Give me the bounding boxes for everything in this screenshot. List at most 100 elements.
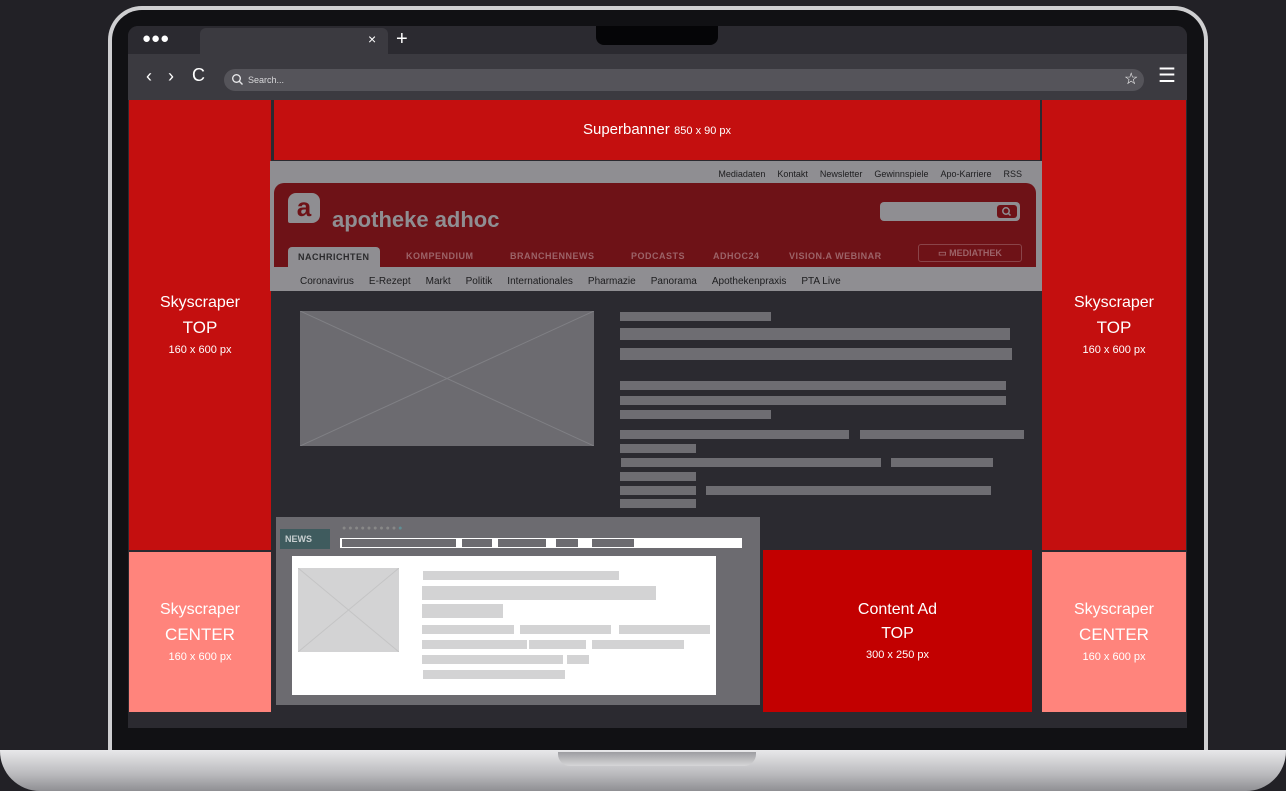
news-ticker: NEWS ●●●●●●●●●● xyxy=(276,517,760,705)
browser-tab[interactable] xyxy=(200,28,388,54)
text-placeholder xyxy=(592,539,634,547)
text-placeholder xyxy=(422,625,514,634)
text-placeholder xyxy=(620,348,1012,360)
ad-size-label: 160 x 600 px xyxy=(168,651,232,663)
back-icon[interactable]: ‹ xyxy=(146,67,152,85)
ad-size-label: 160 x 600 px xyxy=(1082,651,1146,663)
text-placeholder xyxy=(620,486,696,495)
subnav-pharmazie[interactable]: Pharmazie xyxy=(588,276,636,287)
text-placeholder xyxy=(620,410,771,419)
main-nav: NACHRICHTEN KOMPENDIUM BRANCHENNEWS PODC… xyxy=(274,241,1036,267)
meta-link-mediadaten[interactable]: Mediadaten xyxy=(718,169,765,179)
text-placeholder xyxy=(422,655,563,664)
text-placeholder xyxy=(422,604,503,618)
nav-kompendium[interactable]: KOMPENDIUM xyxy=(406,251,474,261)
text-placeholder xyxy=(423,571,619,580)
ad-size-label: 160 x 600 px xyxy=(1082,344,1146,356)
text-placeholder xyxy=(520,625,611,634)
search-input[interactable] xyxy=(248,69,1108,91)
text-placeholder xyxy=(891,458,993,467)
text-placeholder xyxy=(556,539,578,547)
site-search-button[interactable] xyxy=(997,205,1017,218)
content-ad-top: Content Ad TOP 300 x 250 px xyxy=(763,550,1032,712)
forward-icon[interactable]: › xyxy=(168,67,174,85)
subnav-politik[interactable]: Politik xyxy=(466,276,493,287)
ad-size-label: 160 x 600 px xyxy=(168,344,232,356)
superbanner-size: 850 x 90 px xyxy=(674,125,732,137)
tv-icon: ▭ xyxy=(938,248,950,258)
ad-name-label: Skyscraper xyxy=(159,294,241,311)
ad-name-label: Content Ad xyxy=(857,601,938,618)
laptop-mockup: ●●● × + ‹ › C ☆ ☰ Superbanner 850 x 90 p… xyxy=(0,0,1286,791)
carousel-dots-icon[interactable]: ●●●●●●●●●● xyxy=(342,525,404,533)
subnav-pta-live[interactable]: PTA Live xyxy=(801,276,840,287)
superbanner-ad: Superbanner 850 x 90 px xyxy=(274,100,1040,160)
ad-position-label: CENTER xyxy=(1079,625,1149,644)
text-placeholder xyxy=(620,430,849,439)
ad-position-label: TOP xyxy=(182,318,218,337)
text-placeholder xyxy=(621,458,881,467)
browser-screen: ●●● × + ‹ › C ☆ ☰ Superbanner 850 x 90 p… xyxy=(128,26,1187,728)
text-placeholder xyxy=(529,640,586,649)
text-placeholder xyxy=(620,472,696,481)
meta-link-gewinnspiele[interactable]: Gewinnspiele xyxy=(874,169,928,179)
meta-link-rss[interactable]: RSS xyxy=(1003,169,1022,179)
search-icon xyxy=(232,74,243,85)
ad-name-label: Skyscraper xyxy=(1073,601,1155,618)
site-search-field[interactable] xyxy=(880,202,1020,221)
meta-link-apo-karriere[interactable]: Apo-Karriere xyxy=(940,169,991,179)
news-card[interactable] xyxy=(292,556,716,695)
news-headline-strip[interactable] xyxy=(340,538,742,548)
superbanner-label: Superbanner xyxy=(582,121,670,138)
text-placeholder xyxy=(620,444,696,453)
nav-nachrichten[interactable]: NACHRICHTEN xyxy=(288,247,380,267)
new-tab-icon[interactable]: + xyxy=(396,29,408,49)
text-placeholder xyxy=(620,312,771,321)
close-tab-icon[interactable]: × xyxy=(368,32,376,46)
skyscraper-top-left-ad: Skyscraper TOP 160 x 600 px xyxy=(129,100,271,550)
mediathek-label: MEDIATHEK xyxy=(949,248,1002,258)
text-placeholder xyxy=(620,499,696,508)
brand-logo[interactable]: a xyxy=(288,193,320,223)
text-placeholder xyxy=(342,539,456,547)
reload-icon[interactable]: C xyxy=(192,66,205,84)
brand-name[interactable]: apotheke adhoc xyxy=(332,207,499,233)
text-placeholder xyxy=(620,328,1010,340)
sub-nav: Coronavirus E-Rezept Markt Politik Inter… xyxy=(300,276,841,287)
ad-position-label: TOP xyxy=(1096,318,1132,337)
subnav-markt[interactable]: Markt xyxy=(426,276,451,287)
address-bar[interactable]: ☆ xyxy=(224,69,1144,91)
meta-links: Mediadaten Kontakt Newsletter Gewinnspie… xyxy=(718,169,1022,179)
text-placeholder xyxy=(422,586,656,600)
skyscraper-top-right-ad: Skyscraper TOP 160 x 600 px xyxy=(1042,100,1186,550)
ad-position-label: TOP xyxy=(881,625,914,642)
subnav-coronavirus[interactable]: Coronavirus xyxy=(300,276,354,287)
nav-podcasts[interactable]: PODCASTS xyxy=(631,251,685,261)
browser-toolbar: ‹ › C ☆ ☰ xyxy=(128,54,1187,100)
text-placeholder xyxy=(706,486,991,495)
skyscraper-center-left-ad: Skyscraper CENTER 160 x 600 px xyxy=(129,552,271,712)
window-controls-icon[interactable]: ●●● xyxy=(142,31,169,46)
meta-link-newsletter[interactable]: Newsletter xyxy=(820,169,863,179)
menu-icon[interactable]: ☰ xyxy=(1158,66,1176,86)
subnav-internationales[interactable]: Internationales xyxy=(507,276,573,287)
text-placeholder xyxy=(620,381,1006,390)
search-icon xyxy=(1002,207,1012,217)
laptop-hinge xyxy=(558,752,756,766)
bookmark-star-icon[interactable]: ☆ xyxy=(1124,71,1138,89)
camera-notch xyxy=(596,26,718,45)
text-placeholder xyxy=(620,396,1006,405)
nav-branchennews[interactable]: BRANCHENNEWS xyxy=(510,251,595,261)
nav-vision-a-webinar[interactable]: VISION.A WEBINAR xyxy=(789,251,882,261)
ad-name-label: Skyscraper xyxy=(159,601,241,618)
subnav-panorama[interactable]: Panorama xyxy=(651,276,697,287)
subnav-e-rezept[interactable]: E-Rezept xyxy=(369,276,411,287)
news-label: NEWS xyxy=(280,529,330,549)
text-placeholder xyxy=(498,539,546,547)
nav-mediathek[interactable]: ▭ MEDIATHEK xyxy=(918,244,1022,262)
text-placeholder xyxy=(423,670,565,679)
ad-size-label: 300 x 250 px xyxy=(866,649,929,661)
nav-adhoc24[interactable]: ADHOC24 xyxy=(713,251,760,261)
subnav-apothekenpraxis[interactable]: Apothekenpraxis xyxy=(712,276,787,287)
meta-link-kontakt[interactable]: Kontakt xyxy=(777,169,808,179)
